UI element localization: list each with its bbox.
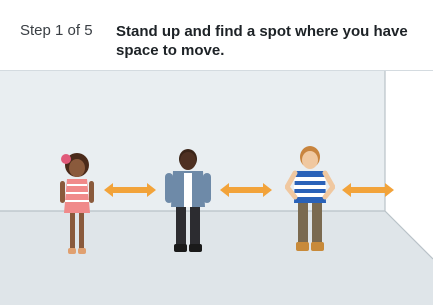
- boy-striped-figure: [285, 146, 335, 251]
- spacing-arrow-3: [342, 183, 394, 197]
- step-header: Step 1 of 5 Stand up and find a spot whe…: [0, 0, 433, 71]
- step-instruction: Stand up and find a spot where you have …: [116, 23, 408, 59]
- step-counter: Step 1 of 5: [20, 22, 93, 39]
- spacing-arrow-2: [220, 183, 272, 197]
- boy-denim-figure: [165, 149, 211, 252]
- girl-child-figure: [60, 153, 94, 254]
- room-illustration: [0, 71, 433, 305]
- spacing-arrow-1: [104, 183, 156, 197]
